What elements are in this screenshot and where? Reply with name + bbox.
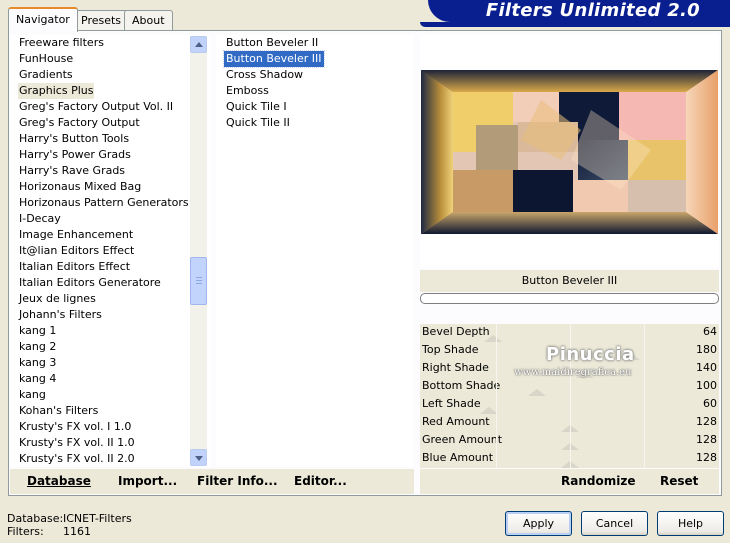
category-item[interactable]: Gradients	[18, 67, 74, 83]
database-button[interactable]: Database	[27, 474, 91, 488]
slider-thumb[interactable]	[484, 335, 502, 342]
param-value: 128	[696, 451, 717, 464]
category-item[interactable]: Harry's Rave Grads	[18, 163, 126, 179]
preview-image-graphic	[421, 70, 718, 234]
filter-item[interactable]: Quick Tile I	[224, 99, 289, 115]
tab-about[interactable]: About	[124, 10, 173, 31]
param-label: Left Shade	[422, 397, 481, 410]
category-item[interactable]: Johann's Filters	[18, 307, 103, 323]
category-item[interactable]: Greg's Factory Output	[18, 115, 141, 131]
param-label: Bottom Shade	[422, 379, 501, 392]
category-item[interactable]: It@lian Editors Effect	[18, 243, 135, 259]
current-filter-name: Button Beveler III	[420, 270, 719, 292]
param-value: 128	[696, 433, 717, 446]
filter-item[interactable]: Emboss	[224, 83, 271, 99]
category-scrollbar[interactable]	[190, 36, 207, 466]
param-label: Right Shade	[422, 361, 489, 374]
category-item[interactable]: kang	[18, 387, 47, 403]
filter-item[interactable]: Cross Shadow	[224, 67, 305, 83]
database-value: ICNET-Filters	[63, 512, 132, 525]
param-label: Red Amount	[422, 415, 490, 428]
category-item[interactable]: Krusty's FX vol. I 1.0	[18, 419, 132, 435]
category-item[interactable]: Jeux de lignes	[18, 291, 97, 307]
category-item[interactable]: Horizonaus Mixed Bag	[18, 179, 142, 195]
param-value: 64	[703, 325, 717, 338]
param-value: 60	[703, 397, 717, 410]
category-item[interactable]: kang 3	[18, 355, 57, 371]
import-button[interactable]: Import...	[118, 474, 177, 488]
grip-line	[196, 283, 202, 284]
grip-line	[196, 277, 202, 278]
slider-thumb[interactable]	[528, 389, 546, 396]
category-item[interactable]: Kohan's Filters	[18, 403, 99, 419]
title-banner: Filters Unlimited 2.0	[428, 0, 730, 22]
category-item[interactable]: Image Enhancement	[18, 227, 134, 243]
category-item[interactable]: Freeware filters	[18, 35, 105, 51]
apply-button[interactable]: Apply	[505, 511, 572, 536]
filter-info-button[interactable]: Filter Info...	[197, 474, 278, 488]
tab-navigator[interactable]: Navigator	[8, 7, 78, 32]
category-item[interactable]: FunHouse	[18, 51, 74, 67]
category-item[interactable]: kang 4	[18, 371, 57, 387]
cancel-button[interactable]: Cancel	[581, 511, 648, 536]
category-item[interactable]: Italian Editors Generatore	[18, 275, 162, 291]
filters-value: 1161	[63, 525, 91, 538]
category-item[interactable]: Krusty's FX vol. II 2.0	[18, 451, 136, 467]
category-item[interactable]: Greg's Factory Output Vol. II	[18, 99, 174, 115]
param-label: Green Amount	[422, 433, 503, 446]
param-label: Blue Amount	[422, 451, 494, 464]
category-item[interactable]: Italian Editors Effect	[18, 259, 131, 275]
right-toolbar: Randomize Reset	[420, 469, 719, 494]
filter-item-selected[interactable]: Button Beveler III	[223, 50, 325, 68]
category-item[interactable]: kang 2	[18, 339, 57, 355]
scroll-up-button[interactable]	[190, 36, 207, 53]
editor-button[interactable]: Editor...	[294, 474, 347, 488]
grip-line	[196, 280, 202, 281]
category-item[interactable]: Harry's Power Grads	[18, 147, 132, 163]
chevron-down-icon	[195, 456, 203, 461]
banner-stripe	[420, 22, 730, 27]
help-button[interactable]: Help	[657, 511, 724, 536]
category-item-selected[interactable]: Graphics Plus	[18, 83, 95, 99]
slider-gridline	[644, 324, 645, 468]
app-title: Filters Unlimited 2.0	[485, 0, 700, 21]
filter-list[interactable]: Button Beveler II Button Beveler III Cro…	[216, 35, 414, 467]
param-label: Bevel Depth	[422, 325, 490, 338]
database-label: Database:	[7, 512, 64, 525]
slider-gridline	[496, 324, 497, 468]
param-value: 140	[696, 361, 717, 374]
param-value: 100	[696, 379, 717, 392]
reset-button[interactable]: Reset	[660, 474, 698, 488]
filters-label: Filters:	[7, 525, 44, 538]
left-toolbar: Database Import... Filter Info... Editor…	[10, 469, 414, 494]
category-item[interactable]: Horizonaus Pattern Generators	[18, 195, 190, 211]
category-item[interactable]: I-Decay	[18, 211, 62, 227]
filter-item[interactable]: Quick Tile II	[224, 115, 292, 131]
param-label: Top Shade	[422, 343, 479, 356]
tab-presets[interactable]: Presets	[73, 10, 130, 31]
category-item[interactable]: Harry's Button Tools	[18, 131, 130, 147]
progress-bar	[420, 293, 719, 304]
param-value: 128	[696, 415, 717, 428]
randomize-button[interactable]: Randomize	[561, 474, 635, 488]
scroll-thumb[interactable]	[190, 257, 207, 305]
category-item[interactable]: kang 1	[18, 323, 57, 339]
chevron-up-icon	[195, 42, 203, 47]
scroll-down-button[interactable]	[190, 449, 207, 466]
category-item[interactable]: Krusty's FX vol. II 1.0	[18, 435, 136, 451]
category-list[interactable]: Freeware filters FunHouse Gradients Grap…	[10, 35, 210, 467]
watermark-name: Pinuccia	[546, 344, 635, 365]
preview-image	[421, 70, 718, 234]
filter-item[interactable]: Button Beveler II	[224, 35, 320, 51]
param-value: 180	[696, 343, 717, 356]
watermark-url: www.maidiregrafica.eu	[514, 367, 632, 378]
